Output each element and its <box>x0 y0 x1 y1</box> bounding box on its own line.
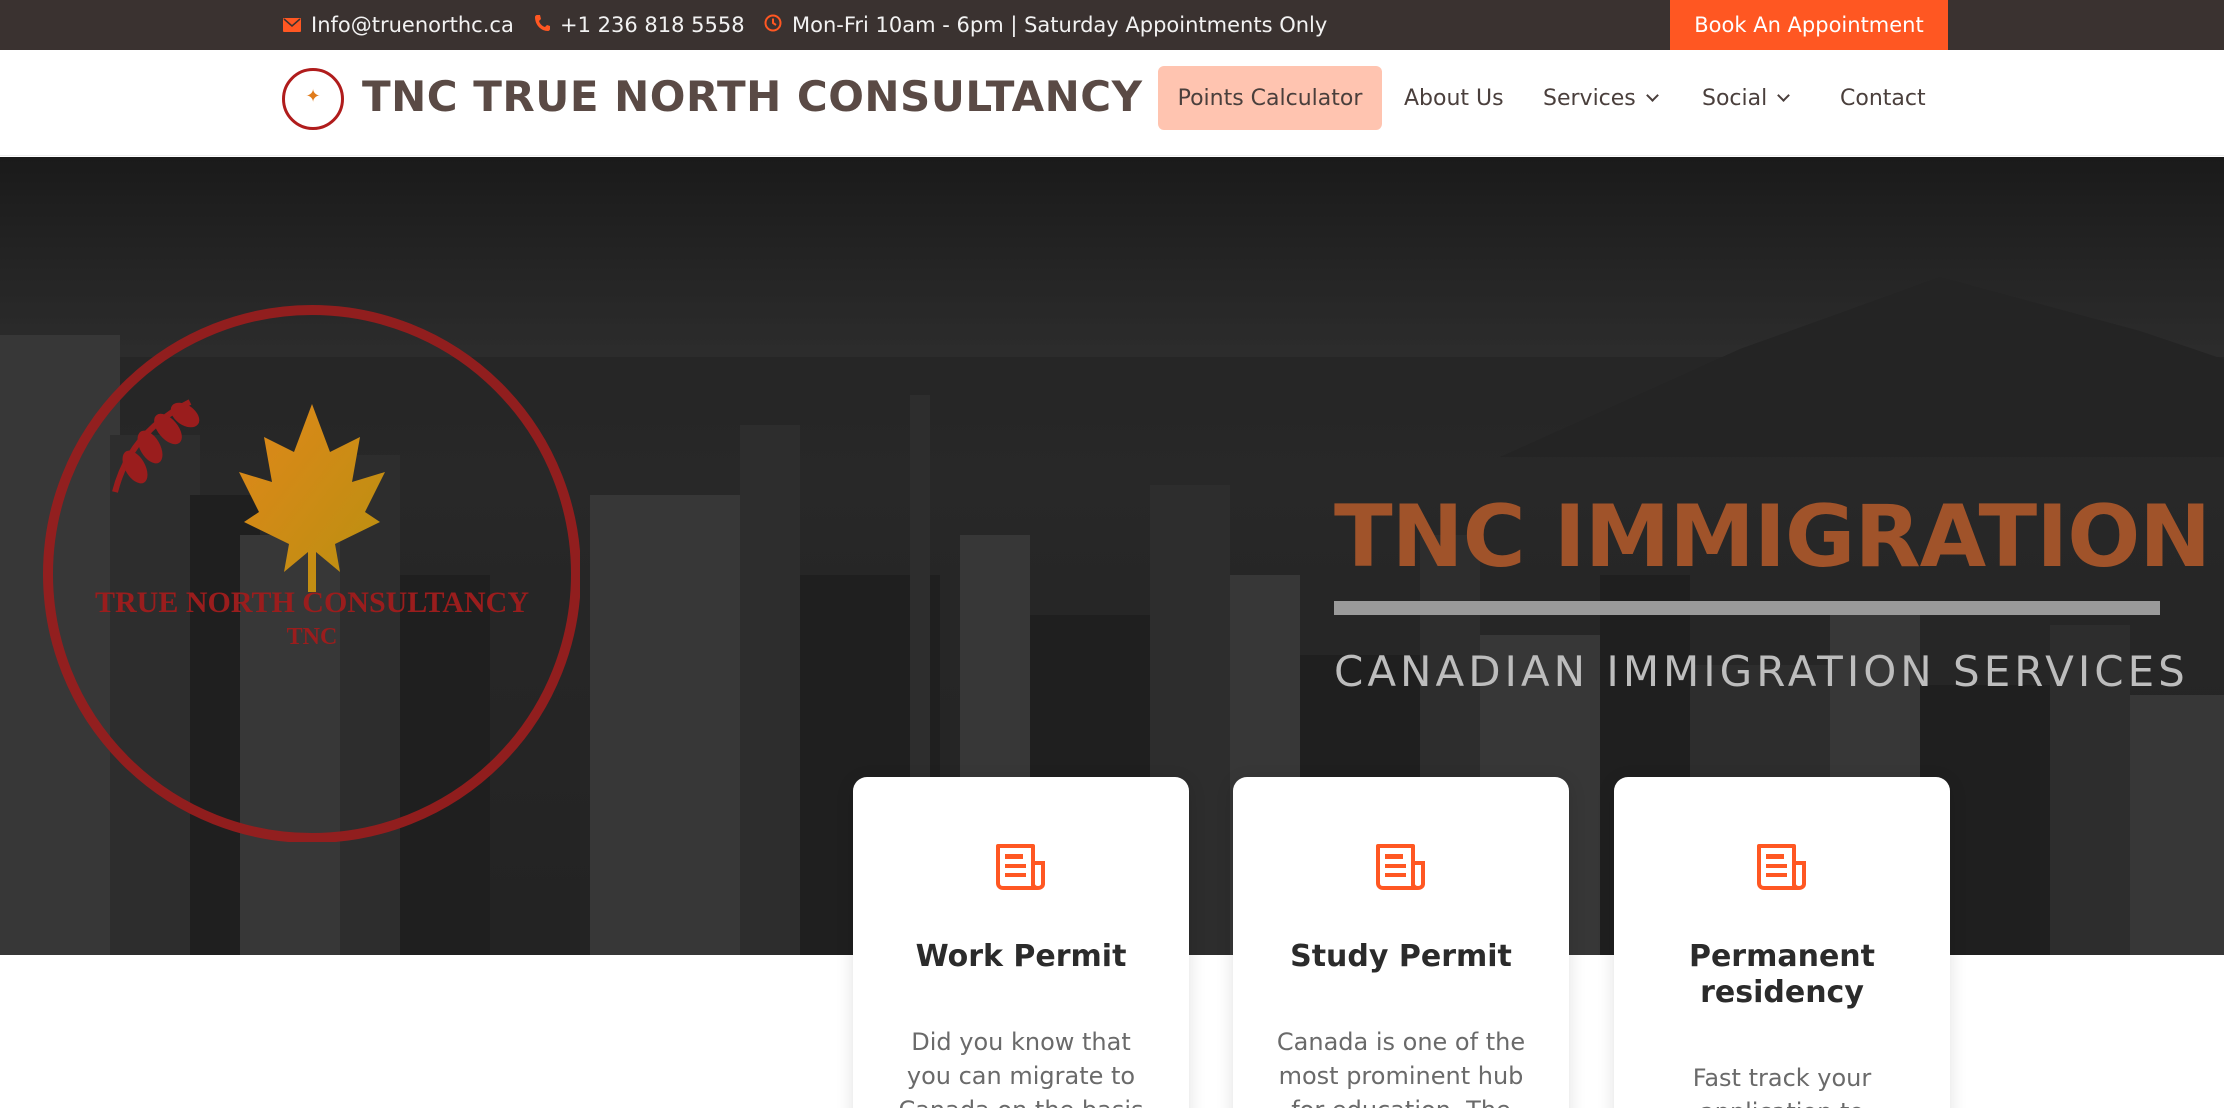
nav-points-calculator-label: Points Calculator <box>1177 85 1363 111</box>
clock-icon <box>764 13 782 37</box>
mail-icon <box>283 13 301 37</box>
document-icon <box>996 844 1045 891</box>
document-icon <box>1757 844 1806 891</box>
site-header: ✦ TNC TRUE NORTH CONSULTANCY LTD. Points… <box>0 50 2224 156</box>
contact-email[interactable]: Info@truenorthc.ca <box>283 0 514 50</box>
office-hours-text: Mon-Fri 10am - 6pm | Saturday Appointmen… <box>792 13 1328 37</box>
brand-name[interactable]: TNC TRUE NORTH CONSULTANCY LTD. <box>362 72 1259 121</box>
site-logo[interactable]: ✦ <box>282 68 344 130</box>
chevron-down-icon <box>1777 88 1791 102</box>
tnc-logo-emblem: TRUE NORTH CONSULTANCY TNC <box>43 305 580 842</box>
card-text: Fast track your application to become <box>1692 1064 1872 1108</box>
card-title: Study Permit <box>1290 939 1512 974</box>
logo-text-sub: TNC <box>287 624 338 650</box>
service-card-study-permit[interactable]: Study Permit Canada is one of the most p… <box>1233 777 1569 1108</box>
chevron-down-icon <box>1645 88 1659 102</box>
nav-contact-label: Contact <box>1840 85 1926 111</box>
card-title: Permanent residency <box>1688 939 1876 1010</box>
maple-leaf-icon <box>239 404 385 592</box>
nav-about-us[interactable]: About Us <box>1404 66 1504 130</box>
hero-title: TNC IMMIGRATION <box>1334 487 2211 587</box>
nav-services[interactable]: Services <box>1543 66 1659 130</box>
nav-social[interactable]: Social <box>1702 66 1791 130</box>
nav-points-calculator[interactable]: Points Calculator <box>1158 66 1382 130</box>
service-card-work-permit[interactable]: Work Permit Did you know that you can mi… <box>853 777 1189 1108</box>
card-text: Canada is one of the most prominent hub … <box>1276 1028 1526 1108</box>
document-icon <box>1376 844 1425 891</box>
maple-leaf-icon: ✦ <box>305 85 321 107</box>
laurel-icon <box>112 399 200 493</box>
nav-social-label: Social <box>1702 85 1768 111</box>
book-appointment-button[interactable]: Book An Appointment <box>1670 0 1948 50</box>
contact-email-text: Info@truenorthc.ca <box>311 13 514 37</box>
nav-about-us-label: About Us <box>1404 85 1504 111</box>
logo-text-main: TRUE NORTH CONSULTANCY <box>95 586 529 619</box>
phone-icon <box>534 13 550 37</box>
top-bar: Info@truenorthc.ca +1 236 818 5558 Mon-F… <box>0 0 2224 50</box>
card-title: Work Permit <box>915 939 1127 974</box>
service-card-permanent-residency[interactable]: Permanent residency Fast track your appl… <box>1614 777 1950 1108</box>
hero-subtitle: CANADIAN IMMIGRATION SERVICES <box>1334 647 2189 696</box>
hero-divider <box>1334 601 2160 615</box>
card-text: Did you know that you can migrate to Can… <box>898 1028 1143 1108</box>
nav-services-label: Services <box>1543 85 1636 111</box>
nav-contact[interactable]: Contact <box>1840 66 1926 130</box>
contact-phone-text: +1 236 818 5558 <box>560 13 745 37</box>
contact-phone[interactable]: +1 236 818 5558 <box>534 0 745 50</box>
office-hours: Mon-Fri 10am - 6pm | Saturday Appointmen… <box>764 0 1327 50</box>
